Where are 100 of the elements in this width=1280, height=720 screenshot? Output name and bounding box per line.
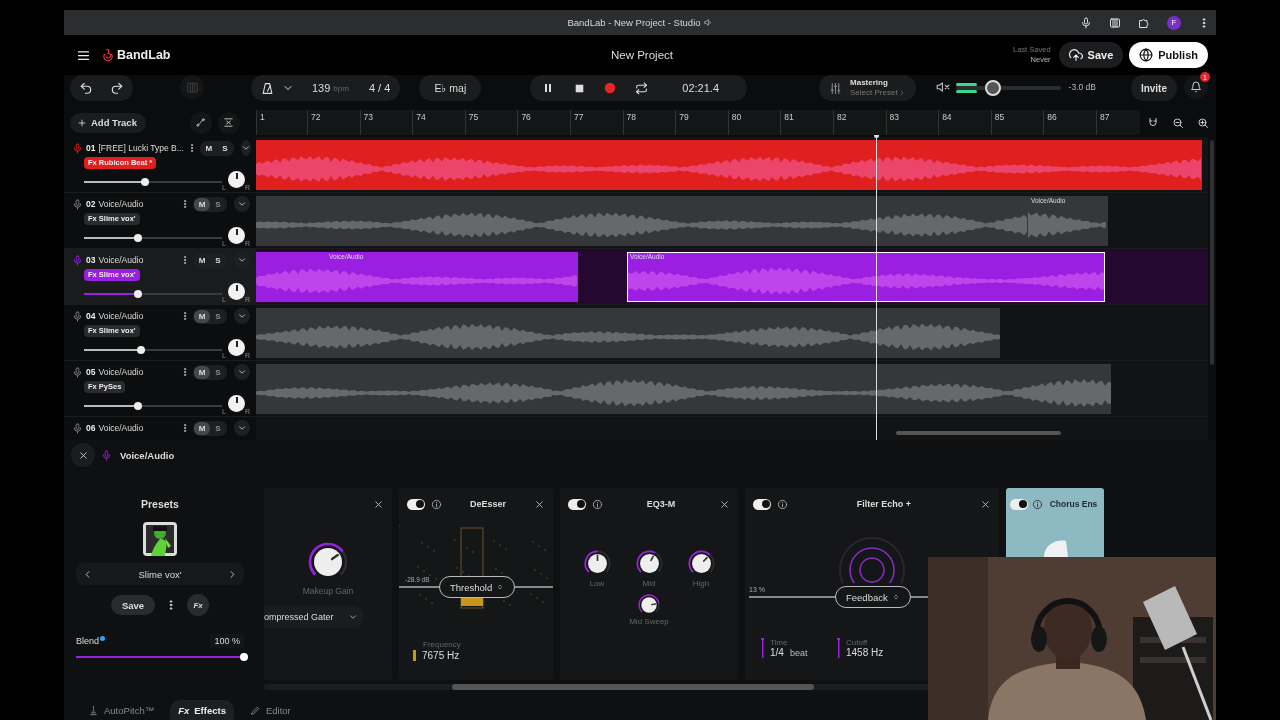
preset-name: Slime vox' — [138, 568, 182, 580]
caret-icon — [237, 423, 247, 433]
mute-button[interactable]: M — [194, 309, 210, 323]
speaker-muted-icon[interactable] — [935, 80, 950, 94]
toggle-switch[interactable] — [568, 498, 586, 510]
close-button[interactable] — [980, 498, 991, 510]
save-button[interactable]: Save — [1058, 42, 1124, 68]
close-button[interactable] — [71, 443, 95, 467]
feedback-dropdown[interactable]: Feedback — [835, 586, 911, 608]
audio-clip[interactable] — [256, 308, 1000, 358]
fit-button[interactable] — [217, 111, 240, 134]
close-button[interactable] — [719, 498, 730, 510]
microphone-icon — [72, 254, 83, 266]
info-icon[interactable] — [777, 498, 788, 510]
mute-button[interactable]: M — [194, 365, 210, 379]
tab[interactable]: Editor — [241, 700, 299, 720]
volume-slider-thumb[interactable] — [136, 345, 145, 354]
pan-knob[interactable] — [228, 283, 245, 300]
audio-clip[interactable] — [256, 140, 1202, 190]
undo-icon[interactable] — [78, 81, 93, 95]
info-icon[interactable] — [431, 498, 442, 510]
solo-button[interactable]: S — [210, 309, 226, 323]
mastering-button[interactable]: Mastering Select Preset — [819, 75, 916, 101]
microphone-icon — [72, 422, 83, 434]
fx-button[interactable]: Fx — [187, 594, 210, 616]
invite-button[interactable]: Invite — [1130, 75, 1177, 101]
expand-button[interactable] — [234, 308, 250, 324]
volume-slider-thumb[interactable] — [133, 233, 142, 242]
ruler-number: 1 — [256, 110, 307, 135]
caret-icon — [237, 367, 247, 377]
audio-clip[interactable] — [256, 364, 1111, 414]
pan-knob[interactable] — [228, 395, 245, 412]
piano-icon[interactable] — [1109, 16, 1121, 29]
mute-button[interactable]: M — [194, 197, 210, 211]
solo-button[interactable]: S — [210, 365, 226, 379]
volume-slider-thumb[interactable] — [140, 177, 149, 186]
save-button[interactable]: Save — [110, 595, 156, 615]
track-number: 01 — [86, 143, 96, 153]
automation-button[interactable] — [189, 111, 212, 134]
mode-dropdown[interactable]: ompressed Gater — [264, 606, 364, 628]
add-track-button[interactable]: Add Track — [70, 112, 146, 133]
toggle-switch[interactable] — [753, 498, 771, 510]
project-title: New Project — [611, 49, 673, 61]
pan-knob[interactable] — [228, 227, 245, 244]
mute-button[interactable]: M — [200, 141, 217, 155]
mute-button[interactable]: M — [194, 253, 210, 267]
ruler-number: 75 — [464, 110, 518, 135]
scrollbar[interactable] — [1210, 140, 1214, 365]
microphone-icon[interactable] — [1080, 16, 1092, 29]
redo-icon[interactable] — [110, 81, 125, 95]
info-icon[interactable] — [592, 498, 603, 510]
toggle-switch[interactable] — [1010, 498, 1028, 510]
expand-button[interactable] — [234, 420, 250, 436]
key-button[interactable]: E♭ maj — [419, 75, 482, 101]
scrollbar[interactable] — [452, 684, 814, 690]
knob[interactable] — [638, 594, 660, 616]
caret-icon — [237, 199, 247, 209]
audio-clip[interactable] — [256, 196, 1028, 246]
expand-button[interactable] — [234, 252, 250, 268]
mute-button[interactable]: M — [194, 421, 210, 435]
slider-handle — [837, 638, 840, 658]
parameter-value: 7675 Hz — [422, 650, 460, 661]
track-number: 02 — [86, 199, 96, 209]
avatar[interactable]: F — [1167, 15, 1181, 30]
zoom-in-icon[interactable] — [1197, 116, 1210, 129]
pan-knob[interactable] — [228, 171, 245, 188]
toggle-switch[interactable] — [407, 498, 425, 510]
solo-button[interactable]: S — [216, 141, 233, 155]
tab[interactable]: Fx Effects — [170, 700, 234, 720]
volume-slider-thumb[interactable] — [133, 401, 142, 410]
threshold-dropdown[interactable]: Threshold — [439, 576, 516, 598]
metronome-icon[interactable] — [261, 81, 274, 95]
ruler-number: 86 — [1043, 110, 1096, 135]
magnet-icon[interactable] — [1146, 116, 1159, 129]
solo-button[interactable]: S — [210, 197, 226, 211]
expand-button[interactable] — [234, 196, 250, 212]
volume-slider-thumb[interactable] — [985, 80, 1002, 96]
scrollbar[interactable] — [896, 431, 1061, 435]
publish-button[interactable]: Publish — [1129, 42, 1208, 68]
knob-label: Mid — [642, 579, 656, 588]
blend-slider-thumb[interactable] — [240, 653, 248, 661]
parameter-value: 1458 Hz — [846, 647, 884, 658]
zoom-out-icon[interactable] — [1172, 116, 1184, 129]
solo-button[interactable]: S — [210, 253, 226, 267]
pan-knob[interactable] — [228, 339, 245, 356]
globe-icon — [1139, 48, 1154, 62]
ruler-number: 74 — [412, 110, 465, 135]
close-button[interactable] — [534, 498, 545, 510]
close-button[interactable] — [373, 498, 384, 510]
extension-icon[interactable] — [1138, 16, 1150, 29]
solo-button[interactable]: S — [210, 421, 226, 435]
volume-slider-thumb[interactable] — [133, 289, 142, 298]
effect-title: EQ3-M — [646, 499, 676, 509]
info-icon[interactable] — [1032, 498, 1043, 510]
expand-button[interactable] — [234, 364, 250, 380]
expand-button[interactable] — [240, 140, 251, 156]
record-icon — [603, 81, 618, 95]
tab[interactable]: AutoPitch™ — [80, 700, 163, 720]
ruler-number: 80 — [727, 110, 781, 135]
tempo-unit: bpm — [333, 83, 349, 93]
